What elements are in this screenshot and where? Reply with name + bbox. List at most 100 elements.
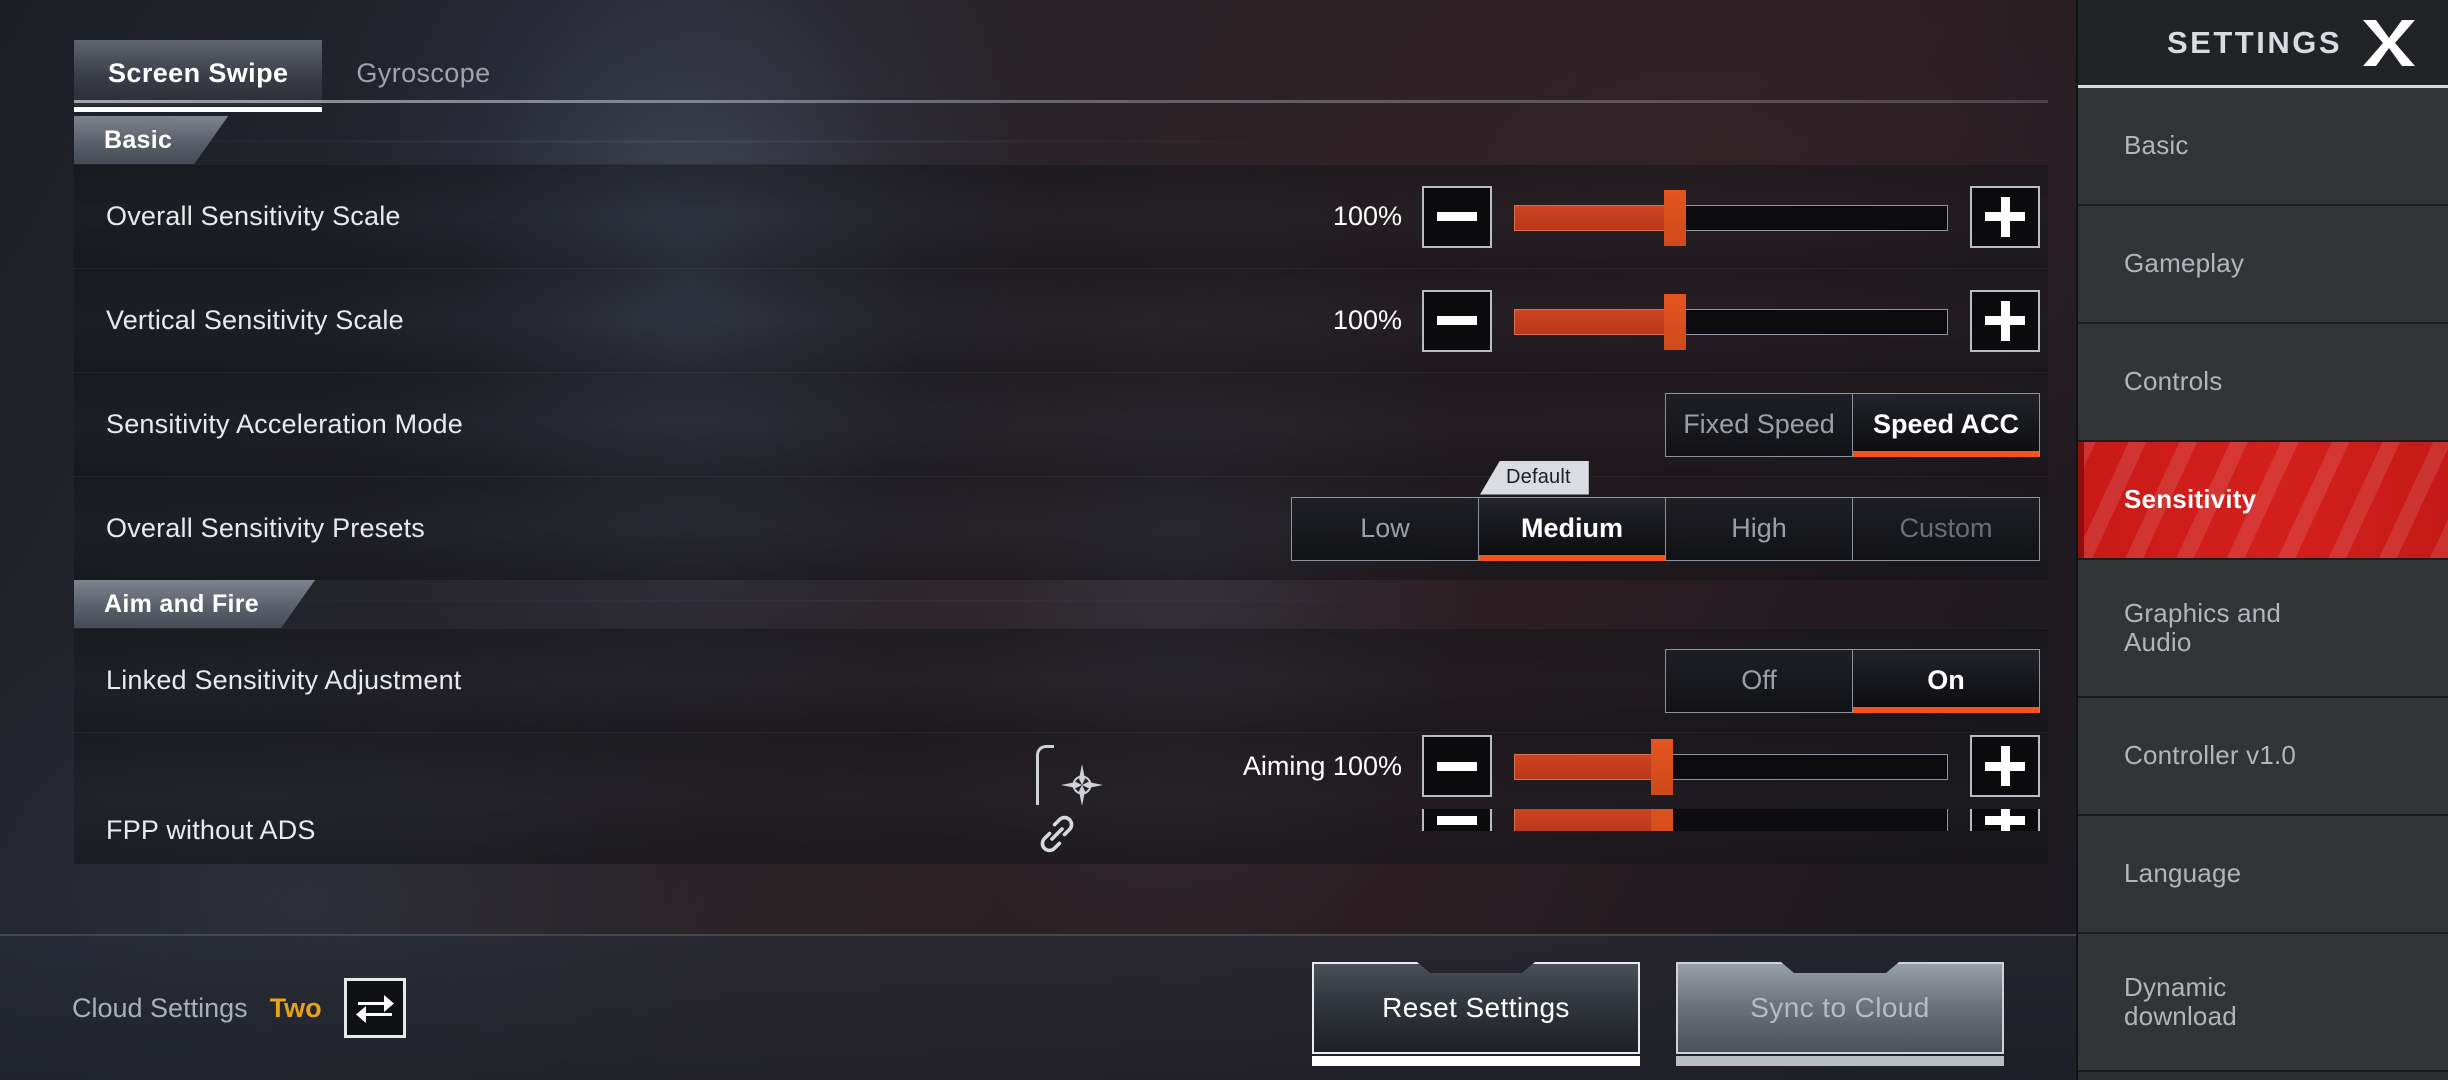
cloud-settings-group: Cloud Settings Two [72,978,406,1038]
tab-screen-swipe-label: Screen Swipe [108,57,289,88]
linked-sensitivity-off-label: Off [1741,665,1777,695]
slider-knob[interactable] [1663,293,1686,350]
fpp-aiming-decrease-button[interactable] [1422,735,1492,797]
acceleration-mode-speed-acc-label: Speed ACC [1872,409,2020,439]
sidebar-item-controls[interactable]: Controls [2078,324,2448,442]
minus-icon [1437,761,1477,771]
sidebar-item-dynamic-download[interactable]: Dynamic download [2078,934,2448,1072]
row-linked-sensitivity-adjustment: Linked Sensitivity Adjustment Off On [74,628,2048,732]
row-overall-sensitivity-presets: Overall Sensitivity Presets Default Low … [74,460,2048,580]
acceleration-mode-segmented-control: Fixed Speed Speed ACC [1665,392,2040,457]
group-bracket-icon [1036,745,1054,805]
sidebar-item-basic-label: Basic [2124,130,2189,161]
link-icon[interactable] [1036,813,1078,855]
sidebar-item-gameplay[interactable]: Gameplay [2078,206,2448,324]
sidebar-item-controller-label: Controller v1.0 [2124,740,2297,771]
sidebar-item-dynamic-download-label: Dynamic download [2124,971,2237,1031]
sidebar-item-sensitivity-label: Sensitivity [2124,484,2257,515]
preset-high-label: High [1731,513,1787,543]
section-header-aim-and-fire-label: Aim and Fire [74,580,315,628]
tabs-divider [74,100,2048,103]
slider-knob[interactable] [1650,809,1673,831]
cloud-settings-value: Two [269,992,322,1023]
linked-sensitivity-option-on[interactable]: On [1852,648,2040,713]
sidebar-item-basic[interactable]: Basic [2078,88,2448,206]
sidebar-item-gameplay-label: Gameplay [2124,248,2245,279]
minus-icon [1437,212,1477,221]
section-header-aim-and-fire: Aim and Fire [74,580,2048,628]
section-header-basic: Basic [74,116,2048,164]
slider-knob[interactable] [1663,189,1686,246]
overall-sensitivity-decrease-button[interactable] [1422,185,1492,248]
row-sensitivity-acceleration-mode-controls: Fixed Speed Speed ACC [1665,392,2048,457]
crosshair-icon [1061,764,1103,806]
sidebar-item-sensitivity[interactable]: Sensitivity [2078,442,2448,560]
row-overall-sensitivity-presets-label: Overall Sensitivity Presets [106,513,425,543]
acceleration-mode-fixed-speed-label: Fixed Speed [1683,409,1835,439]
vertical-sensitivity-decrease-button[interactable] [1422,289,1492,352]
bottom-buttons: Reset Settings Sync to Cloud [1312,962,2004,1066]
cloud-slot-swap-button[interactable] [343,978,406,1038]
row-sensitivity-acceleration-mode-label: Sensitivity Acceleration Mode [106,409,463,439]
tab-screen-swipe[interactable]: Screen Swipe [74,40,323,112]
fpp-secondary-slider[interactable] [1514,809,1948,831]
sync-to-cloud-button-underline [1676,1056,2004,1066]
fpp-aiming-increase-button[interactable] [1970,735,2040,797]
overall-sensitivity-increase-button[interactable] [1970,185,2040,248]
vertical-sensitivity-slider[interactable] [1514,290,1948,352]
vertical-sensitivity-value: 100% [1332,305,1402,335]
vertical-sensitivity-increase-button[interactable] [1970,289,2040,352]
row-overall-sensitivity-scale-controls: 100% [1332,185,2048,248]
preset-option-custom[interactable]: Custom [1852,496,2040,561]
reset-settings-button[interactable]: Reset Settings [1312,962,1640,1066]
fpp-secondary-decrease-button[interactable] [1422,809,1492,831]
row-overall-sensitivity-scale: Overall Sensitivity Scale 100% [74,164,2048,268]
row-fpp-without-ads-controls: Aiming 100% x [1243,735,2040,831]
sync-to-cloud-button[interactable]: Sync to Cloud [1676,962,2004,1066]
row-overall-sensitivity-scale-label: Overall Sensitivity Scale [106,201,401,231]
sidebar-item-language[interactable]: Language [2078,816,2448,934]
row-vertical-sensitivity-scale-label: Vertical Sensitivity Scale [106,305,404,335]
plus-icon-vertical [2000,809,2010,831]
fpp-link-group-icons [1014,739,1104,857]
row-overall-sensitivity-presets-controls: Default Low Medium High Custom [1291,460,2048,561]
fpp-secondary-increase-button[interactable] [1970,809,2040,831]
minus-icon [1437,815,1477,825]
tab-gyroscope-label: Gyroscope [356,57,491,88]
sidebar-item-controller[interactable]: Controller v1.0 [2078,698,2448,816]
acceleration-mode-option-fixed-speed[interactable]: Fixed Speed [1665,392,1853,457]
preset-option-medium[interactable]: Medium [1478,496,1666,561]
overall-sensitivity-slider[interactable] [1514,186,1948,248]
linked-sensitivity-on-label: On [1927,665,1965,695]
reset-settings-button-label: Reset Settings [1382,992,1570,1023]
fpp-aiming-slider[interactable] [1514,735,1948,797]
preset-custom-label: Custom [1899,513,1993,543]
bottom-action-bar: Cloud Settings Two Reset Settings Sync t… [0,934,2076,1080]
fpp-secondary-slider-group-partial: x [1389,809,2040,831]
overall-sensitivity-value: 100% [1332,201,1402,231]
section-header-basic-label: Basic [74,116,228,164]
sidebar-header: SETTINGS [2078,0,2448,88]
slider-fill [1514,809,1662,831]
slider-knob[interactable] [1650,739,1673,795]
input-mode-tabs: Screen Swipe Gyroscope [74,40,525,112]
preset-low-label: Low [1360,513,1410,543]
linked-sensitivity-segmented-control: Off On [1665,648,2040,713]
preset-medium-label: Medium [1520,513,1623,543]
sidebar-item-graphics-and-audio[interactable]: Graphics and Audio [2078,560,2448,698]
close-icon[interactable] [2360,18,2418,68]
slider-fill [1514,204,1675,231]
plus-icon-vertical [2000,196,2010,237]
tab-gyroscope[interactable]: Gyroscope [322,40,524,106]
slider-fill [1514,754,1662,780]
settings-list[interactable]: Basic Overall Sensitivity Scale 100% Ver… [74,116,2048,912]
sync-to-cloud-button-label: Sync to Cloud [1750,992,1930,1023]
plus-icon-vertical [2000,300,2010,341]
plus-icon-vertical [2000,746,2010,786]
row-linked-sensitivity-adjustment-label: Linked Sensitivity Adjustment [106,665,462,695]
reset-settings-button-underline [1312,1056,1640,1066]
preset-option-low[interactable]: Low [1291,496,1479,561]
linked-sensitivity-option-off[interactable]: Off [1665,648,1853,713]
acceleration-mode-option-speed-acc[interactable]: Speed ACC [1852,392,2040,457]
preset-option-high[interactable]: High [1665,496,1853,561]
